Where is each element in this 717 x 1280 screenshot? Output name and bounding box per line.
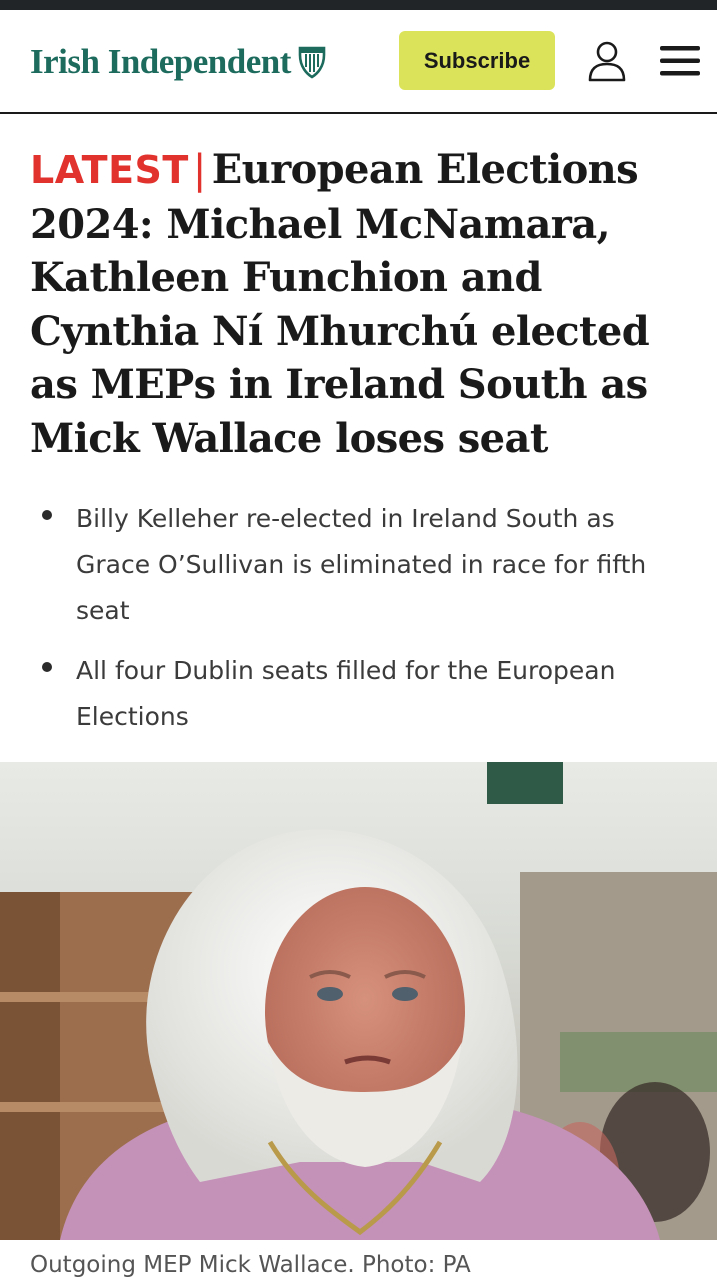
headline-text: European Elections 2024: Michael McNamar… <box>30 146 650 462</box>
logo-text: Irish Independent <box>30 42 291 81</box>
site-logo[interactable]: Irish Independent <box>30 42 326 82</box>
photo-caption: Outgoing MEP Mick Wallace. Photo: PA <box>30 1252 471 1278</box>
site-header: Irish Independent Subscribe <box>0 10 717 114</box>
user-icon[interactable] <box>586 40 628 82</box>
status-bar-strip <box>0 0 717 10</box>
tag-separator: | <box>192 147 206 193</box>
subscribe-button[interactable]: Subscribe <box>399 31 555 90</box>
article-photo[interactable] <box>0 762 717 1240</box>
article-headline[interactable]: LATEST | European Elections 2024: Michael … <box>30 143 700 465</box>
summary-bullet: Billy Kelleher re-elected in Ireland Sou… <box>30 496 690 634</box>
hamburger-menu-icon[interactable] <box>659 44 701 78</box>
summary-bullet: All four Dublin seats filled for the Eur… <box>30 648 690 740</box>
harp-icon <box>298 46 326 79</box>
latest-tag: LATEST <box>30 148 189 192</box>
article-summary-list: Billy Kelleher re-elected in Ireland Sou… <box>30 496 690 754</box>
